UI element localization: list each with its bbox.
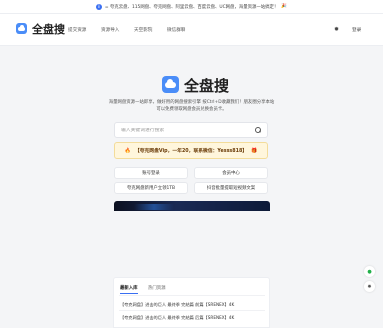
- nav-wechat-group[interactable]: 微信群聊: [167, 27, 185, 33]
- brand-name[interactable]: 全盘搜: [32, 21, 65, 37]
- ad-banner[interactable]: [114, 201, 270, 211]
- divider: [119, 310, 265, 311]
- sun-icon[interactable]: ✹: [334, 26, 339, 33]
- announcement-bar: i = 夸克云盘、115网盘、夸克网盘、阿里云盘、百度云盘、UC网盘，海量资源一…: [0, 0, 383, 14]
- promo-banner[interactable]: 🔥 【夸克网盘Vip，一年20，联系微信：Yesss818】 🎁: [114, 142, 268, 159]
- tab-hot[interactable]: 热门资源: [148, 285, 166, 291]
- hero-description: 海量网盘资源一站即享，做好用的网盘搜索引擎 按Ctrl+D收藏我们！朋友圈分享本…: [108, 100, 275, 112]
- list-item[interactable]: 【夸克网盘】进击的巨人 最终季 完结篇 后篇【SRENEX】4K: [120, 315, 234, 321]
- resource-list-card: 最新入库 热门资源 【夸克网盘】进击的巨人 最终季 完结篇 前篇【SRENEX】…: [113, 277, 270, 328]
- tab-indicator: [120, 293, 138, 294]
- promo-text: 【夸克网盘Vip，一年20，联系微信：Yesss818】: [134, 149, 248, 154]
- wechat-icon[interactable]: ●: [364, 266, 375, 277]
- party-icon: 🎉: [281, 4, 288, 9]
- gift-icon: 🎁: [251, 147, 258, 154]
- search-input[interactable]: [121, 127, 255, 133]
- info-icon: i: [95, 3, 102, 10]
- logo-icon[interactable]: [16, 23, 27, 34]
- login-link[interactable]: 登录: [352, 27, 361, 33]
- nav-sky-cinema[interactable]: 天空影院: [134, 27, 152, 33]
- nav-submit-resource[interactable]: 提交资源: [68, 27, 86, 33]
- quark-new-user-button[interactable]: 夸克网盘新用户立领1TB: [114, 182, 188, 194]
- list-item[interactable]: 【夸克网盘】进击的巨人 最终季 完结篇 前篇【SRENEX】4K: [120, 302, 234, 308]
- douyin-extract-button[interactable]: 抖音批量提取短视频文案: [194, 182, 268, 194]
- hero-logo-icon: [162, 76, 179, 93]
- hero-title: 全盘搜: [184, 77, 230, 95]
- header: 全盘搜 提交资源 资源导入 天空影院 微信群聊 ✹ 登录: [0, 14, 383, 46]
- account-login-button[interactable]: 账号登录: [114, 167, 188, 179]
- nav-resource-import[interactable]: 资源导入: [101, 27, 119, 33]
- member-center-button[interactable]: 会员中心: [194, 167, 268, 179]
- search-icon[interactable]: [255, 127, 261, 133]
- announcement-text: = 夸克云盘、115网盘、夸克网盘、阿里云盘、百度云盘、UC网盘，海量资源一站搞…: [104, 4, 279, 10]
- tab-latest[interactable]: 最新入库: [120, 285, 138, 291]
- fire-icon: 🔥: [124, 147, 131, 154]
- divider: [119, 295, 265, 296]
- search-box[interactable]: [114, 122, 268, 138]
- theme-toggle-icon[interactable]: ✹: [364, 281, 375, 292]
